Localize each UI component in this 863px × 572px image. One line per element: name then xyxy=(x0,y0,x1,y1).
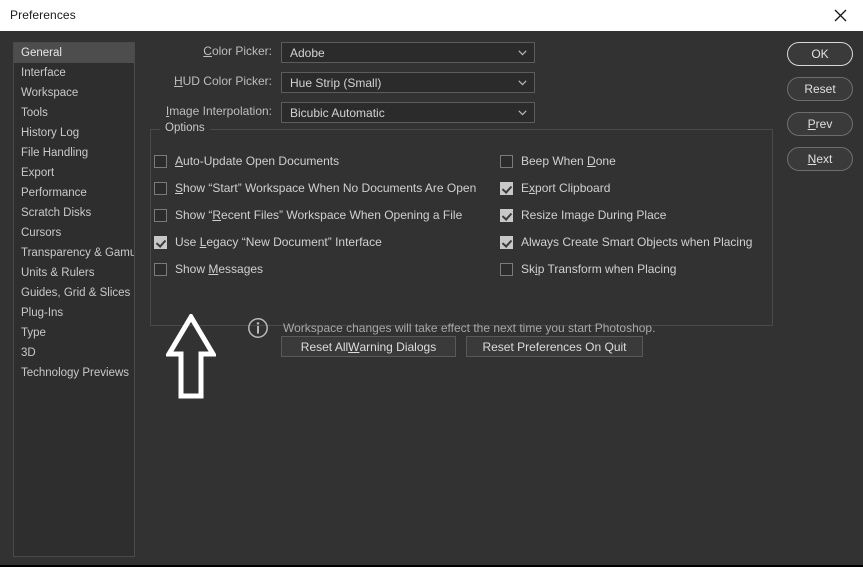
prev-button[interactable]: Prev xyxy=(787,112,853,136)
chevron-down-icon xyxy=(518,50,527,56)
sidebar-item-cursors[interactable]: Cursors xyxy=(14,223,134,243)
chevron-down-icon xyxy=(518,80,527,86)
sidebar-item-label: 3D xyxy=(21,347,36,359)
chevron-down-icon xyxy=(518,110,527,116)
dropdown-value: Bicubic Automatic xyxy=(290,106,385,120)
sidebar-item-label: Plug-Ins xyxy=(21,307,64,319)
checkbox-unchecked-icon[interactable] xyxy=(500,154,513,168)
dropdown-value: Hue Strip (Small) xyxy=(290,76,382,90)
checkbox-label: Export Clipboard xyxy=(521,181,611,195)
checkbox-unchecked-icon[interactable] xyxy=(500,262,513,276)
sidebar-item-type[interactable]: Type xyxy=(14,323,134,343)
sidebar-item-label: File Handling xyxy=(21,147,89,159)
checkbox-row[interactable]: Use Legacy “New Document” Interface xyxy=(154,233,382,251)
sidebar-item-label: Cursors xyxy=(21,227,62,239)
checkbox-checked-icon[interactable] xyxy=(500,235,513,249)
form-label: Color Picker: xyxy=(203,44,272,58)
title-bar: Preferences xyxy=(0,0,863,31)
ok-button[interactable]: OK xyxy=(787,42,853,66)
sidebar-item-label: Scratch Disks xyxy=(21,207,92,219)
checkbox-row[interactable]: Show Messages xyxy=(154,260,263,278)
checkbox-row[interactable]: Resize Image During Place xyxy=(500,206,666,224)
checkbox-checked-icon[interactable] xyxy=(500,208,513,222)
checkbox-row[interactable]: Show “Start” Workspace When No Documents… xyxy=(154,179,476,197)
reset-button-0[interactable]: Reset All Warning Dialogs xyxy=(281,336,456,357)
checkbox-label: Resize Image During Place xyxy=(521,208,667,222)
checkbox-row[interactable]: Beep When Done xyxy=(500,152,616,170)
form-label: HUD Color Picker: xyxy=(173,74,272,88)
checkbox-label: Use Legacy “New Document” Interface xyxy=(175,235,382,249)
info-message-text: Workspace changes will take effect the n… xyxy=(283,321,656,335)
checkbox-row[interactable]: Auto-Update Open Documents xyxy=(154,152,339,170)
close-glyph xyxy=(834,9,847,22)
sidebar-item-3d[interactable]: 3D xyxy=(14,343,134,363)
sidebar-item-label: Transparency & Gamut xyxy=(21,247,135,259)
sidebar-item-units-rulers[interactable]: Units & Rulers xyxy=(14,263,134,283)
sidebar-item-label: Type xyxy=(21,327,46,339)
checkbox-label: Auto-Update Open Documents xyxy=(175,154,340,168)
form-label: Image Interpolation: xyxy=(165,104,272,118)
preferences-window: Preferences General Interface Workspace Too… xyxy=(0,0,863,572)
checkbox-row[interactable]: Export Clipboard xyxy=(500,179,610,197)
dialog-body: General Interface Workspace Tools History Lo… xyxy=(0,31,863,565)
sidebar-item-label: Performance xyxy=(21,187,87,199)
dropdown-value: Adobe xyxy=(290,46,325,60)
checkbox-unchecked-icon[interactable] xyxy=(154,181,167,195)
sidebar-item-plug-ins[interactable]: Plug-Ins xyxy=(14,303,134,323)
sidebar-item-label: Export xyxy=(21,167,55,179)
reset-button-1[interactable]: Reset Preferences On Quit xyxy=(466,336,643,357)
sidebar-item-history-log[interactable]: History Log xyxy=(14,123,134,143)
window-bottom-edge xyxy=(0,565,863,572)
options-legend: Options xyxy=(160,122,210,134)
sidebar-item-export[interactable]: Export xyxy=(14,163,134,183)
checkbox-label: Always Create Smart Objects when Placing xyxy=(521,235,753,249)
checkbox-label: Beep When Done xyxy=(521,154,616,168)
sidebar-item-scratch-disks[interactable]: Scratch Disks xyxy=(14,203,134,223)
checkbox-label: Skip Transform when Placing xyxy=(521,262,677,276)
sidebar-item-label: History Log xyxy=(21,127,80,139)
checkbox-checked-icon[interactable] xyxy=(500,181,513,195)
sidebar-item-guides-grid-slices[interactable]: Guides, Grid & Slices xyxy=(14,283,134,303)
checkbox-unchecked-icon[interactable] xyxy=(154,154,167,168)
dropdown-0[interactable]: Adobe xyxy=(281,42,535,63)
sidebar-item-label: Units & Rulers xyxy=(21,267,95,279)
sidebar-item-label: Guides, Grid & Slices xyxy=(21,287,131,299)
form-row: Color Picker: Adobe xyxy=(0,42,535,63)
checkbox-label: Show “Recent Files” Workspace When Openi… xyxy=(175,208,463,222)
sidebar-item-transparency-gamut[interactable]: Transparency & Gamut xyxy=(14,243,134,263)
reset-button[interactable]: Reset xyxy=(787,77,853,101)
dropdown-2[interactable]: Bicubic Automatic xyxy=(281,102,535,123)
sidebar-item-technology-previews[interactable]: Technology Previews xyxy=(14,363,134,383)
dropdown-1[interactable]: Hue Strip (Small) xyxy=(281,72,535,93)
sidebar-item-label: Technology Previews xyxy=(21,367,130,379)
checkbox-label: Show “Start” Workspace When No Documents… xyxy=(175,181,477,195)
annotation-up-arrow xyxy=(166,314,216,399)
checkbox-row[interactable]: Always Create Smart Objects when Placing xyxy=(500,233,752,251)
sidebar-item-performance[interactable]: Performance xyxy=(14,183,134,203)
sidebar-item-file-handling[interactable]: File Handling xyxy=(14,143,134,163)
next-button[interactable]: Next xyxy=(787,147,853,171)
checkbox-row[interactable]: Skip Transform when Placing xyxy=(500,260,676,278)
info-icon xyxy=(248,318,268,338)
form-row: HUD Color Picker: Hue Strip (Small) xyxy=(0,72,535,93)
checkbox-checked-icon[interactable] xyxy=(154,235,167,249)
close-icon[interactable] xyxy=(818,0,863,31)
form-row: Image Interpolation: Bicubic Automatic xyxy=(0,102,535,123)
checkbox-label: Show Messages xyxy=(175,262,264,276)
checkbox-unchecked-icon[interactable] xyxy=(154,208,167,222)
checkbox-row[interactable]: Show “Recent Files” Workspace When Openi… xyxy=(154,206,462,224)
window-title: Preferences xyxy=(10,8,76,22)
checkbox-unchecked-icon[interactable] xyxy=(154,262,167,276)
